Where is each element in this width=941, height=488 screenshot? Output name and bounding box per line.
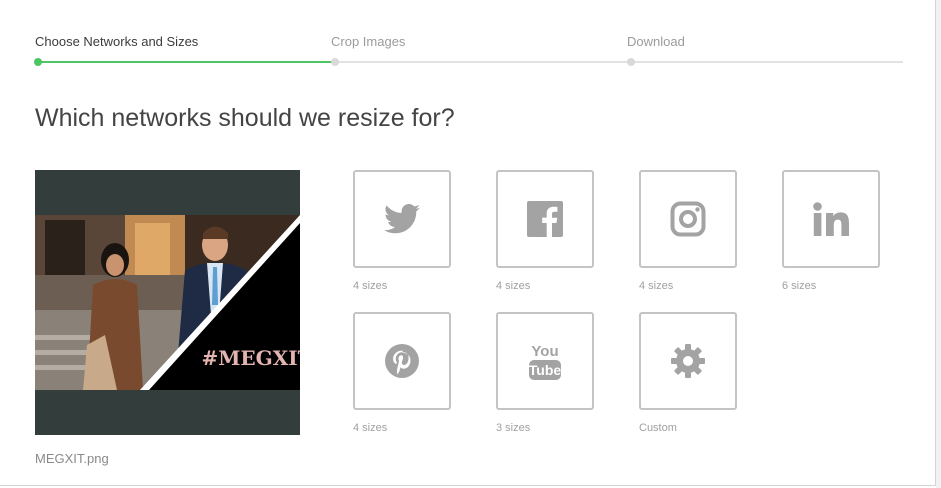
youtube-sizes: 3 sizes	[496, 422, 531, 434]
uploaded-photo: #MEGXIT	[35, 215, 300, 390]
svg-text:You: You	[531, 343, 558, 360]
window-edge	[936, 0, 941, 488]
image-filename: MEGXIT.png	[35, 451, 109, 466]
linkedin-icon	[813, 202, 849, 236]
svg-text:Tube: Tube	[529, 362, 562, 378]
step-crop-images[interactable]: Crop Images	[331, 34, 405, 49]
image-preview: #MEGXIT	[35, 170, 300, 435]
facebook-icon	[527, 201, 563, 237]
overlay-text: #MEGXIT	[202, 346, 300, 370]
linkedin-sizes: 6 sizes	[782, 280, 817, 292]
step-download[interactable]: Download	[627, 34, 685, 49]
step-dot-3	[627, 58, 635, 66]
twitter-sizes: 4 sizes	[353, 280, 388, 292]
step-choose-networks[interactable]: Choose Networks and Sizes	[35, 34, 198, 49]
custom-sizes: Custom	[639, 422, 677, 434]
instagram-sizes: 4 sizes	[639, 280, 674, 292]
network-tile-instagram[interactable]	[639, 170, 737, 268]
step-dot-1	[34, 58, 42, 66]
pinterest-icon	[385, 344, 419, 378]
instagram-icon	[670, 201, 706, 237]
network-tile-twitter[interactable]	[353, 170, 451, 268]
gear-icon	[671, 344, 705, 378]
twitter-icon	[384, 204, 420, 234]
facebook-sizes: 4 sizes	[496, 280, 531, 292]
stepper-progress	[38, 61, 334, 63]
pinterest-sizes: 4 sizes	[353, 422, 388, 434]
network-tile-pinterest[interactable]	[353, 312, 451, 410]
network-tile-facebook[interactable]	[496, 170, 594, 268]
network-tile-custom[interactable]	[639, 312, 737, 410]
page-title: Which networks should we resize for?	[35, 104, 455, 132]
network-tile-linkedin[interactable]	[782, 170, 880, 268]
step-dot-2	[331, 58, 339, 66]
youtube-icon: You Tube	[529, 343, 562, 380]
network-tile-youtube[interactable]: You Tube	[496, 312, 594, 410]
